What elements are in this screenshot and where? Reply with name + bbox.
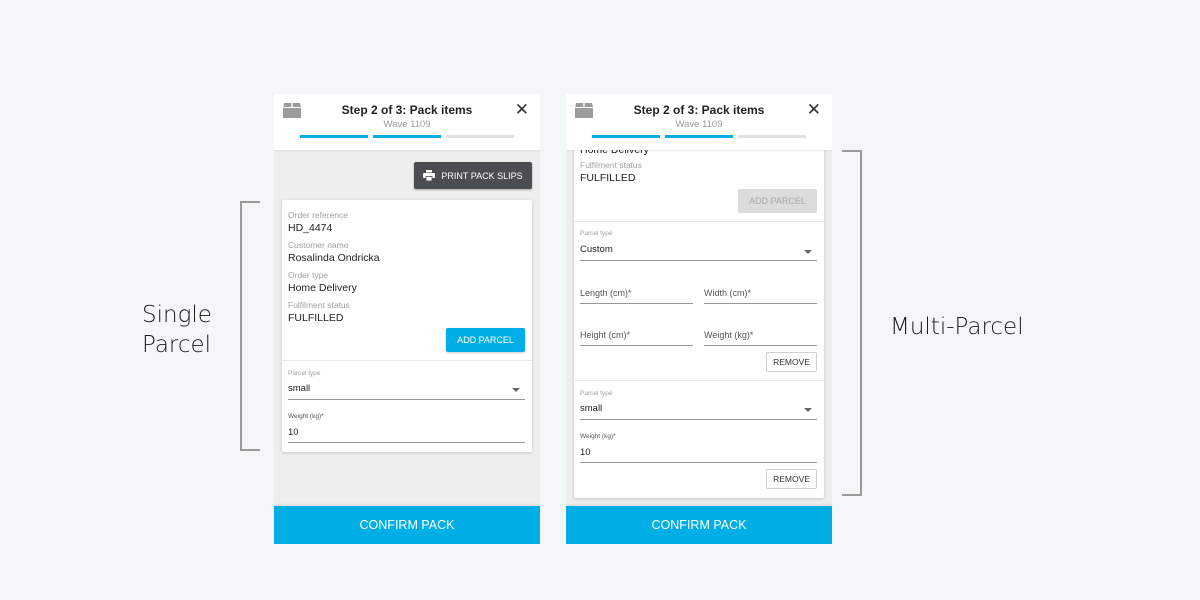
customer-name-label: Customer name [288,240,349,250]
chevron-down-icon [804,250,812,254]
weight-value: 10 [288,427,299,438]
parcel-type-label: Parcel type [580,390,613,397]
step-progress [592,135,806,138]
print-pack-slips-label: PRINT PACK SLIPS [441,170,523,181]
chevron-down-icon [512,388,520,392]
parcel-type-value: small [288,383,311,394]
divider [282,360,532,361]
page-title: Step 2 of 3: Pack items [633,103,765,117]
order-type-value: Home Delivery [288,282,357,294]
left-bracket [240,201,260,451]
parcel-type-value: Custom [580,244,613,255]
step-3-indicator [446,135,514,138]
width-label: Width (cm)* [704,288,751,298]
chevron-down-icon [804,408,812,412]
page-title: Step 2 of 3: Pack items [341,103,473,117]
order-card: Home Delivery Fulfilment status FULFILLE… [574,134,824,498]
weight-value: 10 [580,447,591,458]
annotation-line-2: Parcel [142,332,212,358]
add-parcel-button[interactable]: ADD PARCEL [446,328,525,352]
fulfilment-status-value: FULFILLED [288,312,344,324]
step-1-indicator [300,135,368,138]
wave-subtitle: Wave 1109 [383,119,431,130]
header: Step 2 of 3: Pack items Wave 1109 ✕ [274,94,540,150]
header: Step 2 of 3: Pack items Wave 1109 ✕ [566,94,832,150]
close-icon[interactable]: ✕ [807,100,821,120]
remove-parcel-button[interactable]: REMOVE [766,469,817,489]
remove-parcel-button[interactable]: REMOVE [766,352,817,372]
step-2-indicator [373,135,441,138]
printer-icon [423,170,436,181]
step-3-indicator [738,135,806,138]
fulfilment-status-label: Fulfilment status [580,160,642,170]
order-reference-label: Order reference [288,210,348,220]
fulfilment-status-label: Fulfilment status [288,300,350,310]
order-type-label: Order type [288,270,329,280]
height-label: Height (cm)* [580,330,631,340]
weight-label: Weight (kg)* [704,330,754,340]
multi-parcel-screen: Step 2 of 3: Pack items Wave 1109 ✕ Home… [566,94,832,544]
annotation-line-1: Single [142,302,212,328]
weight-label: Weight (kg)* [580,433,616,440]
print-pack-slips-button[interactable]: PRINT PACK SLIPS [414,162,532,189]
length-label: Length (cm)* [580,288,632,298]
parcel-type-label: Parcel type [288,370,321,377]
step-2-indicator [665,135,733,138]
order-card: Order reference HD_4474 Customer name Ro… [282,200,532,452]
step-progress [300,135,514,138]
single-parcel-annotation: Single Parcel [142,300,212,360]
multi-parcel-annotation: Multi-Parcel [890,314,1024,340]
add-parcel-button-disabled[interactable]: ADD PARCEL [738,189,817,213]
right-bracket [842,150,862,496]
confirm-pack-button[interactable]: CONFIRM PACK [274,506,540,544]
order-reference-value: HD_4474 [288,222,333,234]
customer-name-value: Rosalinda Ondricka [288,252,380,264]
single-parcel-screen: Step 2 of 3: Pack items Wave 1109 ✕ PRIN… [274,94,540,544]
parcel-type-value: small [580,403,603,414]
close-icon[interactable]: ✕ [515,100,529,120]
fulfilment-status-value: FULFILLED [580,172,636,184]
weight-label: Weight (kg)* [288,413,324,420]
step-1-indicator [592,135,660,138]
confirm-pack-button[interactable]: CONFIRM PACK [566,506,832,544]
divider [574,221,824,222]
parcel-type-label: Parcel type [580,230,613,237]
wave-subtitle: Wave 1109 [675,119,723,130]
divider [574,380,824,381]
